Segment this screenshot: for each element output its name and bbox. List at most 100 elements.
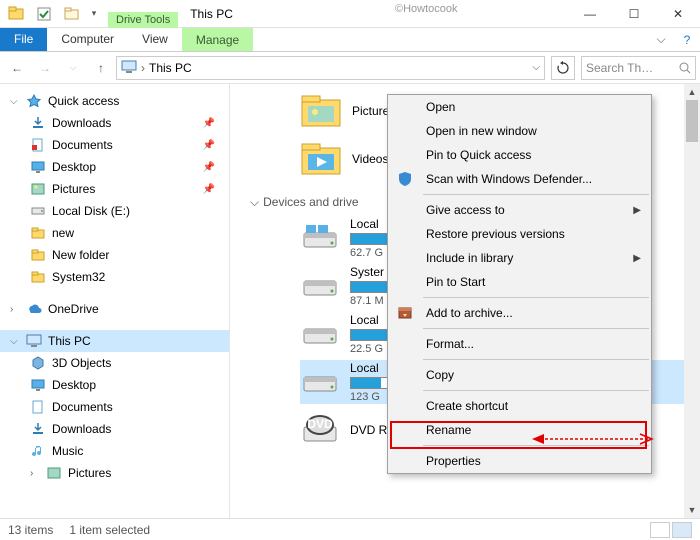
menu-open-new-window[interactable]: Open in new window — [388, 119, 651, 143]
search-box[interactable]: Search Th… — [581, 56, 696, 80]
quick-access-toolbar: ▾ — [0, 4, 100, 24]
scroll-up-icon[interactable]: ▲ — [684, 84, 700, 100]
menu-open[interactable]: Open — [388, 95, 651, 119]
pictures-icon — [30, 181, 46, 197]
onedrive-icon — [26, 301, 42, 317]
navigation-pane[interactable]: ⌵ Quick access Downloads📌 Documents📌 Des… — [0, 84, 230, 518]
quick-access-label: Quick access — [48, 94, 119, 108]
nav-item-new[interactable]: new — [0, 222, 229, 244]
address-segment[interactable]: This PC — [149, 61, 192, 75]
ribbon-collapse-icon[interactable]: ⌵ — [648, 28, 674, 51]
view-details-button[interactable] — [650, 522, 670, 538]
qat-customize-icon[interactable]: ▾ — [88, 4, 100, 24]
nav-item-downloads[interactable]: Downloads📌 — [0, 112, 229, 134]
folder-label: Videos — [352, 152, 388, 166]
menu-format[interactable]: Format... — [388, 332, 651, 356]
title-bar: ▾ Drive Tools This PC ©Howtocook — ☐ ✕ — [0, 0, 700, 28]
contextual-tab-header: Drive Tools — [108, 0, 178, 28]
tab-view[interactable]: View — [128, 28, 182, 51]
nav-item-documents[interactable]: Documents📌 — [0, 134, 229, 156]
drive-icon — [300, 317, 340, 351]
menu-rename[interactable]: Rename — [388, 418, 651, 442]
forward-button[interactable]: → — [32, 55, 58, 81]
documents-icon — [30, 399, 46, 415]
close-button[interactable]: ✕ — [656, 0, 700, 28]
up-button[interactable]: ↑ — [88, 55, 114, 81]
menu-pin-start[interactable]: Pin to Start — [388, 270, 651, 294]
expand-icon[interactable]: ⌵ — [10, 336, 20, 347]
address-dropdown-icon[interactable]: ⌵ — [532, 62, 540, 73]
minimize-button[interactable]: — — [568, 0, 612, 28]
nav-item-local-disk-e[interactable]: Local Disk (E:) — [0, 200, 229, 222]
desktop-icon — [30, 377, 46, 393]
ribbon-tabs: File Computer View Manage ⌵ ? — [0, 28, 700, 52]
back-button[interactable]: ← — [4, 55, 30, 81]
expand-icon[interactable]: › — [10, 304, 20, 315]
status-item-count: 13 items — [8, 523, 53, 537]
navigation-bar: ← → ⌵ ↑ › This PC ⌵ Search Th… — [0, 52, 700, 84]
menu-include-library[interactable]: Include in library▶ — [388, 246, 651, 270]
watermark-text: ©Howtocook — [395, 3, 458, 15]
drive-icon — [300, 365, 340, 399]
qat-properties-icon[interactable] — [32, 4, 56, 24]
menu-add-archive[interactable]: Add to archive... — [388, 301, 651, 325]
pin-icon: 📌 — [203, 118, 215, 129]
scroll-down-icon[interactable]: ▼ — [684, 502, 700, 518]
tab-file[interactable]: File — [0, 28, 47, 51]
vertical-scrollbar[interactable]: ▲ ▼ — [684, 84, 700, 518]
menu-give-access-to[interactable]: Give access to▶ — [388, 198, 651, 222]
search-icon — [679, 62, 691, 74]
status-bar: 13 items 1 item selected — [0, 518, 700, 540]
nav-this-pc[interactable]: ⌵This PC — [0, 330, 229, 352]
context-menu: Open Open in new window Pin to Quick acc… — [387, 94, 652, 474]
tab-computer[interactable]: Computer — [47, 28, 128, 51]
refresh-button[interactable] — [551, 56, 575, 80]
nav-item-music[interactable]: Music — [0, 440, 229, 462]
nav-item-pictures-2[interactable]: ›Pictures — [0, 462, 229, 484]
pin-icon: 📌 — [203, 140, 215, 151]
nav-item-pictures[interactable]: Pictures📌 — [0, 178, 229, 200]
shield-icon — [396, 170, 414, 188]
pin-icon: 📌 — [203, 184, 215, 195]
archive-icon — [396, 304, 414, 322]
menu-create-shortcut[interactable]: Create shortcut — [388, 394, 651, 418]
recent-locations-icon[interactable]: ⌵ — [60, 55, 86, 81]
maximize-button[interactable]: ☐ — [612, 0, 656, 28]
nav-onedrive[interactable]: ›OneDrive — [0, 298, 229, 320]
nav-item-desktop-2[interactable]: Desktop — [0, 374, 229, 396]
menu-copy[interactable]: Copy — [388, 363, 651, 387]
expand-icon[interactable]: › — [30, 468, 40, 479]
drive-icon — [300, 269, 340, 303]
nav-item-system32[interactable]: System32 — [0, 266, 229, 288]
expand-icon[interactable]: ⌵ — [10, 96, 20, 107]
nav-item-documents-2[interactable]: Documents — [0, 396, 229, 418]
qat-new-folder-icon[interactable] — [60, 4, 84, 24]
view-tiles-button[interactable] — [672, 522, 692, 538]
documents-icon — [30, 137, 46, 153]
svg-text:DVD: DVD — [307, 417, 333, 431]
menu-scan-defender[interactable]: Scan with Windows Defender... — [388, 167, 651, 191]
downloads-icon — [30, 421, 46, 437]
menu-properties[interactable]: Properties — [388, 449, 651, 473]
app-icon — [4, 4, 28, 24]
quick-access-node[interactable]: ⌵ Quick access — [0, 90, 229, 112]
nav-item-3d-objects[interactable]: 3D Objects — [0, 352, 229, 374]
scroll-thumb[interactable] — [686, 100, 698, 142]
address-bar[interactable]: › This PC ⌵ — [116, 56, 545, 80]
3d-objects-icon — [30, 355, 46, 371]
menu-restore-versions[interactable]: Restore previous versions — [388, 222, 651, 246]
status-selection: 1 item selected — [69, 523, 150, 537]
dvd-drive-icon: DVD — [300, 413, 340, 447]
menu-pin-quick-access[interactable]: Pin to Quick access — [388, 143, 651, 167]
nav-item-desktop[interactable]: Desktop📌 — [0, 156, 229, 178]
submenu-arrow-icon: ▶ — [633, 205, 641, 216]
drive-icon — [30, 203, 46, 219]
music-icon — [30, 443, 46, 459]
nav-item-new-folder[interactable]: New folder — [0, 244, 229, 266]
pictures-folder-icon — [300, 92, 342, 130]
tab-manage[interactable]: Manage — [182, 28, 253, 51]
submenu-arrow-icon: ▶ — [633, 253, 641, 264]
help-icon[interactable]: ? — [674, 28, 700, 51]
nav-item-downloads-2[interactable]: Downloads — [0, 418, 229, 440]
pictures-icon — [46, 465, 62, 481]
